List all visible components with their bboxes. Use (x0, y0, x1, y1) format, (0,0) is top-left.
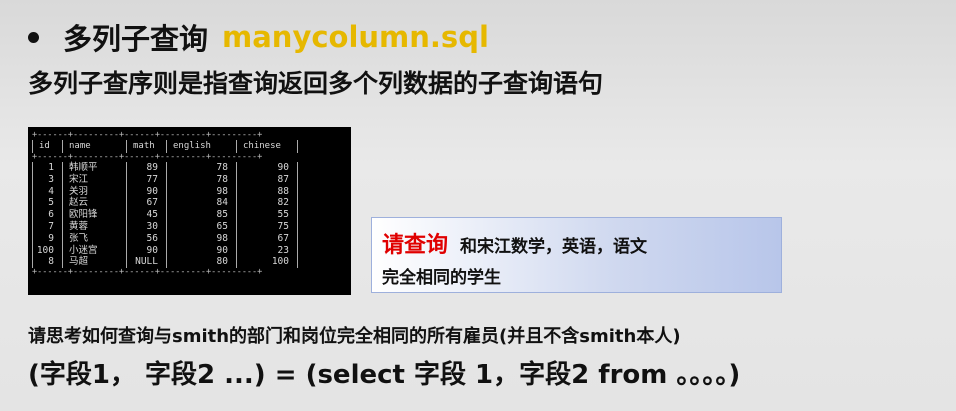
syntax-text: (字段1， 字段2 ...) = (select 字段 1，字段2 from 。… (28, 360, 741, 390)
cell-chinese: 82 (236, 197, 298, 210)
heading: 多列子查询 manycolumn.sql (28, 16, 489, 58)
table-row: 7 黄蓉 30 65 75 (32, 220, 347, 233)
cell-english: 78 (166, 162, 236, 174)
cell-english: 90 (166, 244, 236, 257)
cell-id: 9 (32, 232, 62, 245)
cell-english: 85 (166, 209, 236, 221)
table-border-top: +------+---------+------+---------+-----… (32, 130, 263, 140)
cell-math: 67 (126, 197, 166, 210)
callout-box: 请查询 和宋江数学，英语，语文 完全相同的学生 (371, 217, 782, 293)
table-row: 6 欧阳锋 45 85 55 (32, 209, 347, 221)
cell-id: 3 (32, 173, 62, 186)
cell-name: 赵云 (62, 197, 126, 210)
table-row: 9 张飞 56 98 67 (32, 232, 347, 245)
hint-text: 请思考如何查询与smith的部门和岗位完全相同的所有雇员(并且不含smith本人… (28, 326, 681, 347)
table-row: 4 关羽 90 98 88 (32, 185, 347, 198)
cell-name: 黄蓉 (62, 220, 126, 233)
bullet-icon (28, 31, 39, 43)
cell-id: 4 (32, 185, 62, 198)
heading-filename: manycolumn.sql (222, 20, 489, 54)
callout-line2: 完全相同的学生 (382, 268, 501, 288)
cell-english: 98 (166, 185, 236, 198)
cell-id: 1 (32, 162, 62, 174)
cell-chinese: 90 (236, 162, 298, 174)
cell-english: 98 (166, 232, 236, 245)
cell-id: 5 (32, 197, 62, 210)
cell-name: 张飞 (62, 232, 126, 245)
table-row: 100 小迷宫 90 90 23 (32, 244, 347, 257)
cell-english: 78 (166, 173, 236, 186)
cell-name: 小迷宫 (62, 244, 126, 257)
cell-math: 56 (126, 232, 166, 245)
cell-chinese: 23 (236, 244, 298, 257)
cell-id: 7 (32, 220, 62, 233)
cell-name: 欧阳锋 (62, 209, 126, 221)
table-row: 1 韩顺平 89 78 90 (32, 162, 347, 174)
cell-chinese: 87 (236, 173, 298, 186)
cell-math: 30 (126, 220, 166, 233)
cell-english: 65 (166, 220, 236, 233)
table-row: 5 赵云 67 84 82 (32, 197, 347, 210)
cell-name: 韩顺平 (62, 162, 126, 174)
callout-line1: 和宋江数学，英语，语文 (460, 237, 648, 257)
cell-english: 84 (166, 197, 236, 210)
cell-math: 90 (126, 185, 166, 198)
heading-title: 多列子查询 (63, 22, 209, 56)
cell-chinese: 67 (236, 232, 298, 245)
cell-id: 6 (32, 209, 62, 221)
cell-chinese: 75 (236, 220, 298, 233)
subtitle: 多列子查序则是指查询返回多个列数据的子查询语句 (28, 69, 604, 98)
cell-math: 77 (126, 173, 166, 186)
cell-math: 90 (126, 244, 166, 257)
cell-math: 89 (126, 162, 166, 174)
table-border-bottom: +------+---------+------+---------+-----… (32, 267, 263, 278)
cell-name: 宋江 (62, 173, 126, 186)
table-border-mid: +------+---------+------+---------+-----… (32, 152, 263, 162)
cell-math: 45 (126, 209, 166, 221)
callout-highlight: 请查询 (382, 233, 449, 258)
cell-chinese: 88 (236, 185, 298, 198)
cell-chinese: 55 (236, 209, 298, 221)
terminal-result-table: +------+---------+------+---------+-----… (28, 127, 351, 295)
cell-id: 100 (32, 244, 62, 257)
cell-name: 关羽 (62, 185, 126, 198)
table-row: 3 宋江 77 78 87 (32, 173, 347, 186)
table-body: 1 韩顺平 89 78 90 3 宋江 77 78 87 4 关羽 90 98 88 5 赵云 67 84 82 6 欧阳… (32, 162, 347, 269)
